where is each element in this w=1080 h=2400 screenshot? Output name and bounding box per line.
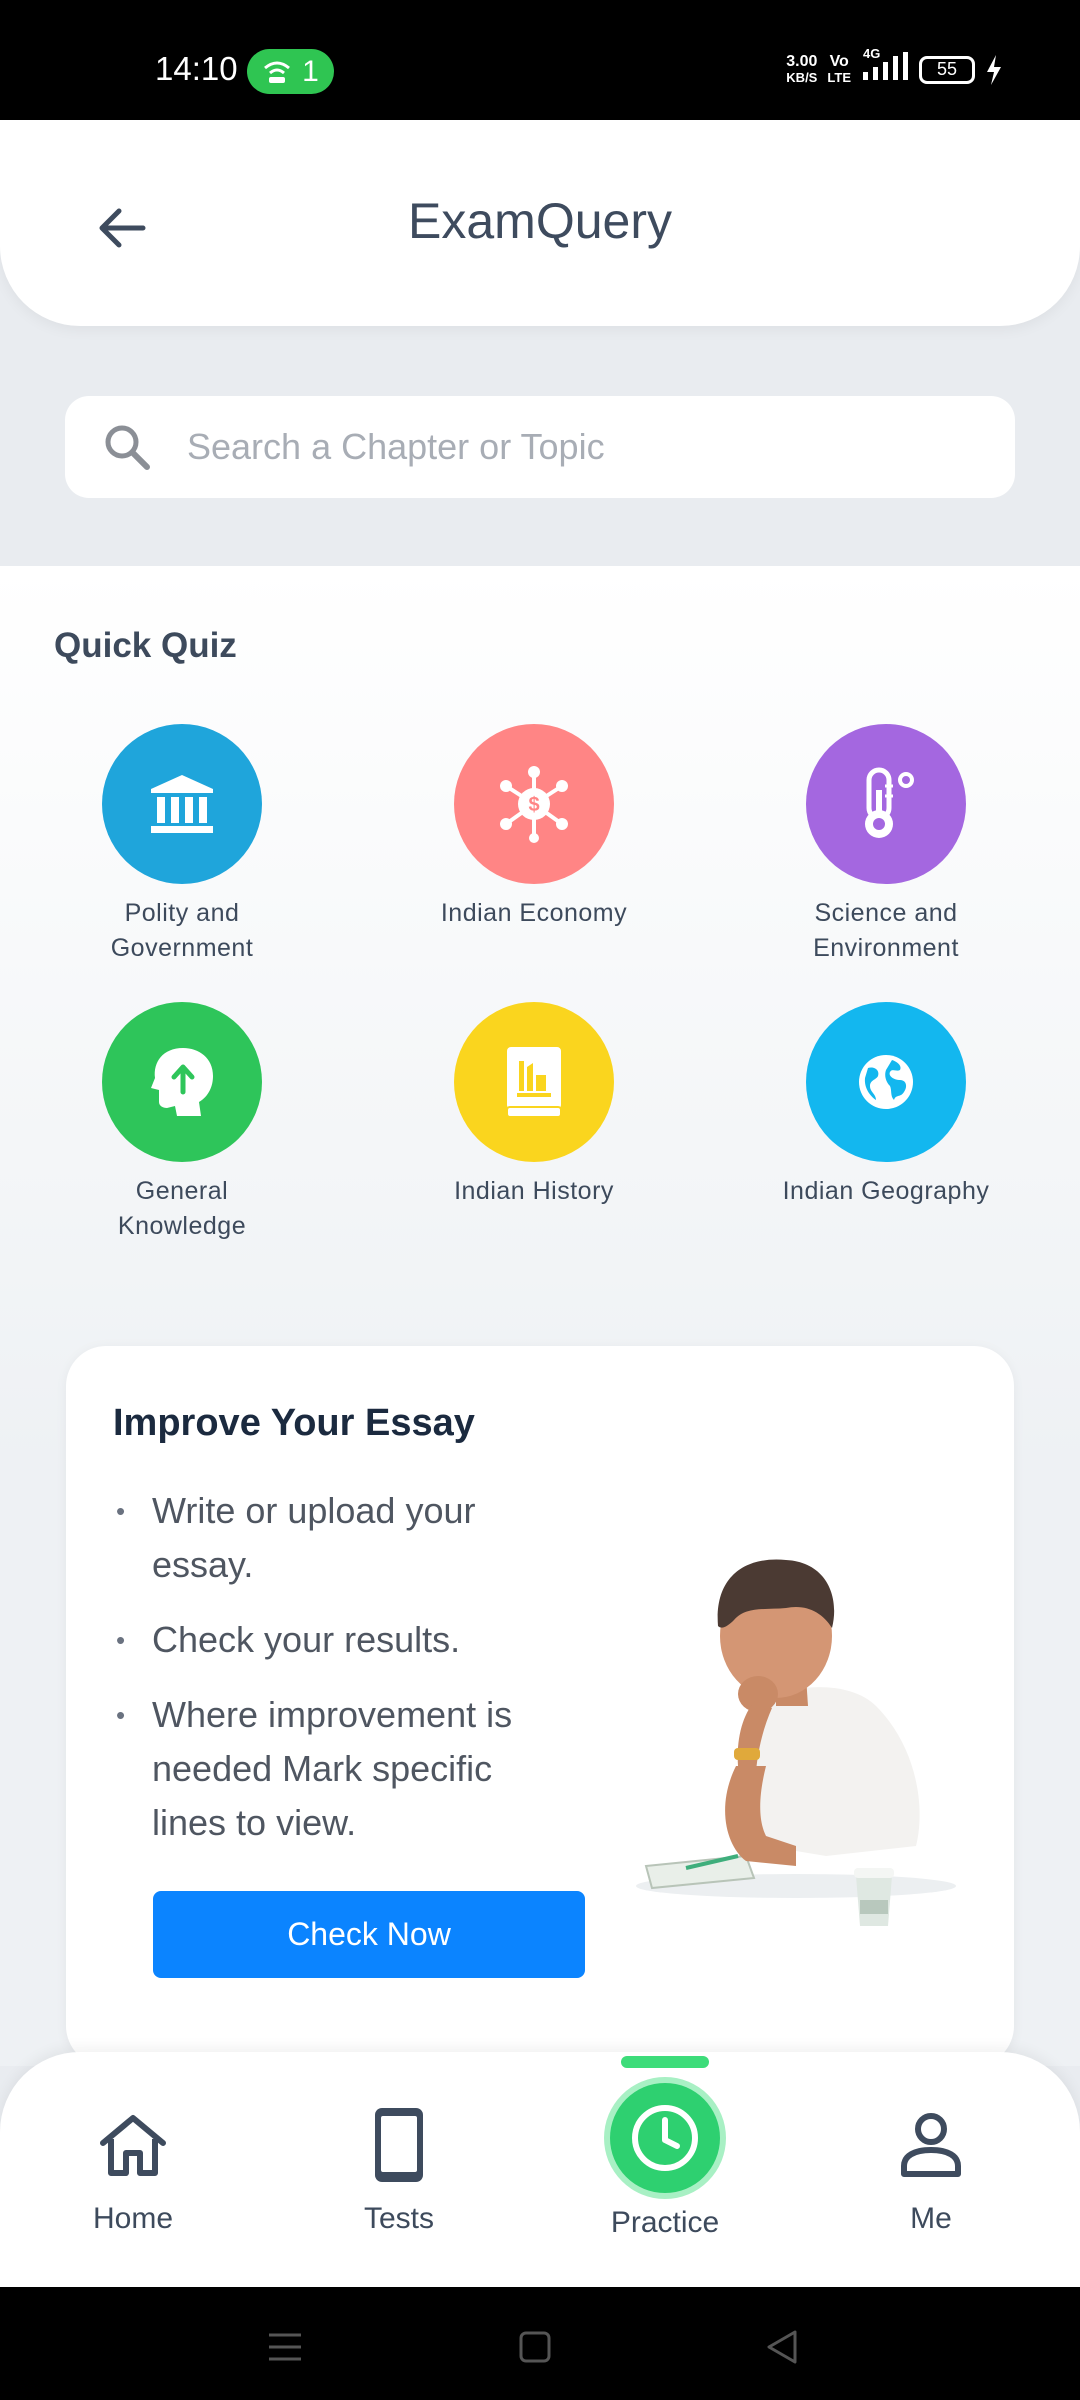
quiz-circle-polity bbox=[102, 724, 262, 884]
nav-item-practice[interactable]: Practice bbox=[565, 2083, 765, 2240]
back-system-button[interactable] bbox=[752, 2317, 812, 2377]
bottom-navigation: Home Tests Practice Me bbox=[0, 2052, 1080, 2287]
search-input[interactable] bbox=[187, 426, 967, 468]
thermometer-icon bbox=[865, 767, 914, 838]
net-speed: 3.00 KB/S bbox=[786, 52, 818, 86]
nav-item-me[interactable]: Me bbox=[831, 2100, 1031, 2236]
quiz-circle-history bbox=[454, 1002, 614, 1162]
nav-label-home: Home bbox=[92, 2202, 174, 2235]
essay-point: Check your results. bbox=[116, 1613, 576, 1667]
hotspot-indicator: 1 bbox=[247, 49, 334, 94]
quiz-item-science[interactable]: Science and Environment bbox=[736, 724, 1036, 966]
quick-quiz-title: Quick Quiz bbox=[54, 626, 237, 665]
battery-level: 55 bbox=[936, 59, 958, 79]
quiz-label-history: Indian History bbox=[454, 1177, 614, 1205]
menu-icon bbox=[269, 2333, 301, 2361]
signal-indicator: 4G bbox=[861, 46, 909, 87]
volte-bottom: LTE bbox=[827, 69, 851, 85]
nav-item-home[interactable]: Home bbox=[33, 2100, 233, 2236]
net-speed-value: 3.00 bbox=[786, 52, 818, 70]
clock-icon bbox=[610, 2083, 720, 2193]
globe-icon bbox=[859, 1055, 913, 1109]
quiz-label-geography: Indian Geography bbox=[782, 1177, 990, 1205]
svg-text:$: $ bbox=[528, 794, 539, 816]
history-book-icon bbox=[506, 1047, 562, 1118]
practice-icon-wrap bbox=[565, 2083, 765, 2193]
main-content: Quick Quiz Polity and Government $ India… bbox=[0, 566, 1080, 2066]
essay-point: Write or upload your essay. bbox=[116, 1484, 576, 1592]
hotspot-icon bbox=[264, 61, 291, 83]
quiz-circle-general-knowledge bbox=[102, 1002, 262, 1162]
menu-button[interactable] bbox=[255, 2317, 315, 2377]
nav-label-practice: Practice bbox=[610, 2206, 720, 2239]
status-bar: 14:10 1 3.00 KB/S Vo LTE 4G 55 bbox=[0, 0, 1080, 120]
status-time: 14:10 bbox=[155, 50, 238, 87]
essay-points-list: Write or upload your essay. Check your r… bbox=[116, 1484, 576, 1871]
triangle-back-icon bbox=[767, 2330, 797, 2364]
network-type: 4G bbox=[863, 46, 881, 61]
search-icon bbox=[102, 422, 152, 472]
user-icon bbox=[831, 2100, 1031, 2190]
battery-indicator: 55 bbox=[919, 55, 975, 84]
quiz-item-economy[interactable]: $ Indian Economy bbox=[384, 724, 684, 931]
active-tab-indicator bbox=[621, 2056, 709, 2068]
quiz-item-polity[interactable]: Polity and Government bbox=[32, 724, 332, 966]
search-bar[interactable] bbox=[65, 396, 1015, 498]
government-building-icon bbox=[151, 775, 213, 833]
volte-indicator: Vo LTE bbox=[827, 52, 851, 86]
hotspot-count: 1 bbox=[302, 54, 319, 88]
quiz-item-general-knowledge[interactable]: General Knowledge bbox=[32, 1002, 332, 1244]
quiz-item-geography[interactable]: Indian Geography bbox=[736, 1002, 1036, 1209]
nav-label-tests: Tests bbox=[363, 2202, 435, 2235]
improve-essay-card: Improve Your Essay Write or upload your … bbox=[66, 1346, 1014, 2066]
home-icon bbox=[33, 2100, 233, 2190]
check-now-button[interactable]: Check Now bbox=[153, 1891, 585, 1978]
head-idea-icon bbox=[151, 1048, 213, 1116]
page-title: ExamQuery bbox=[408, 193, 672, 249]
phone-icon bbox=[299, 2100, 499, 2190]
quiz-item-history[interactable]: Indian History bbox=[384, 1002, 684, 1209]
quiz-label-economy: Indian Economy bbox=[440, 899, 628, 927]
student-writing-illustration bbox=[636, 1559, 956, 1926]
quiz-circle-economy: $ bbox=[454, 724, 614, 884]
economy-network-icon: $ bbox=[500, 766, 568, 843]
nav-item-tests[interactable]: Tests bbox=[299, 2100, 499, 2236]
volte-top: Vo bbox=[829, 52, 849, 70]
net-speed-unit: KB/S bbox=[786, 69, 818, 85]
system-navigation-bar bbox=[0, 2287, 1080, 2400]
charging-icon bbox=[987, 54, 1001, 85]
quiz-label-general-knowledge: General Knowledge bbox=[117, 1177, 247, 1240]
essay-card-title: Improve Your Essay bbox=[113, 1402, 475, 1444]
quiz-label-polity: Polity and Government bbox=[110, 899, 254, 962]
essay-point: Where improvement is needed Mark specifi… bbox=[116, 1688, 576, 1850]
quiz-circle-science bbox=[806, 724, 966, 884]
home-system-button[interactable] bbox=[505, 2317, 565, 2377]
status-right-indicators: 3.00 KB/S Vo LTE 4G 55 bbox=[786, 46, 1003, 87]
app-header: ExamQuery bbox=[0, 120, 1080, 326]
nav-label-me: Me bbox=[910, 2202, 952, 2235]
square-icon bbox=[519, 2331, 551, 2363]
quiz-circle-geography bbox=[806, 1002, 966, 1162]
quiz-label-science: Science and Environment bbox=[813, 899, 959, 962]
